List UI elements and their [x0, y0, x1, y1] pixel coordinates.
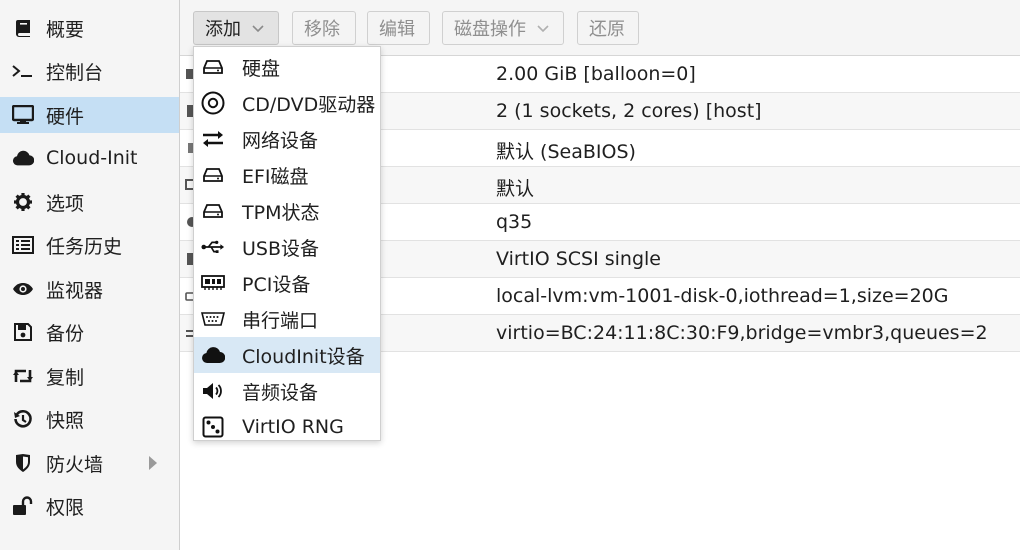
disk-action-button[interactable]: 磁盘操作 [442, 11, 564, 45]
hdd-icon [201, 55, 225, 79]
exchange-icon [201, 127, 225, 151]
sidebar-item-monitor[interactable]: 监视器 [0, 271, 179, 307]
cloud-icon [12, 147, 34, 169]
revert-button[interactable]: 还原 [577, 11, 639, 45]
sidebar-item-label: 选项 [46, 192, 85, 215]
list-icon [12, 234, 34, 256]
dice-icon [201, 415, 225, 439]
gear-icon [12, 191, 34, 213]
volume-icon [201, 379, 225, 403]
menu-item-label: EFI磁盘 [242, 165, 309, 188]
grid-value: q35 [496, 211, 533, 233]
menu-item-label: VirtIO RNG [242, 416, 344, 438]
unlock-icon [12, 495, 34, 517]
book-icon [12, 17, 34, 39]
sidebar-item-summary[interactable]: 概要 [0, 10, 179, 46]
sidebar-item-label: Cloud-Init [46, 147, 138, 169]
hdd-icon [201, 199, 225, 223]
sidebar-item-options[interactable]: 选项 [0, 184, 179, 220]
menu-item-label: 音频设备 [242, 381, 319, 404]
monitor-icon [12, 104, 34, 126]
grid-value: local-lvm:vm-1001-disk-0,iothread=1,size… [496, 285, 949, 307]
submenu-arrow-icon[interactable] [149, 456, 157, 470]
menu-item-hard-disk[interactable]: 硬盘 [194, 49, 380, 85]
menu-item-label: CloudInit设备 [242, 345, 365, 368]
edit-button-label: 编辑 [379, 19, 415, 40]
sidebar-item-label: 任务历史 [46, 235, 123, 258]
remove-button[interactable]: 移除 [292, 11, 356, 45]
grid-value: VirtIO SCSI single [496, 248, 661, 270]
eye-icon [12, 278, 34, 300]
sidebar-item-snapshots[interactable]: 快照 [0, 401, 179, 437]
grid-value: 默认 [496, 178, 535, 200]
sidebar-item-label: 快照 [46, 409, 85, 432]
add-button[interactable]: 添加 [193, 11, 279, 45]
menu-item-cd-dvd-drive[interactable]: CD/DVD驱动器 [194, 85, 380, 121]
pci-card-icon [201, 271, 225, 295]
sidebar-item-hardware[interactable]: 硬件 [0, 97, 179, 133]
menu-item-tpm-state[interactable]: TPM状态 [194, 193, 380, 229]
sidebar-item-firewall[interactable]: 防火墙 [0, 445, 179, 481]
menu-item-virtio-rng[interactable]: VirtIO RNG [194, 409, 380, 445]
grid-value: virtio=BC:24:11:8C:30:F9,bridge=vmbr3,qu… [496, 322, 988, 344]
terminal-icon [12, 60, 34, 82]
menu-item-cloudinit-drive[interactable]: CloudInit设备 [194, 337, 380, 373]
retweet-icon [12, 365, 34, 387]
sidebar-item-label: 概要 [46, 18, 85, 41]
menu-item-label: PCI设备 [242, 273, 311, 296]
menu-item-label: USB设备 [242, 237, 320, 260]
menu-item-efi-disk[interactable]: EFI磁盘 [194, 157, 380, 193]
sidebar-item-label: 防火墙 [46, 453, 104, 476]
sidebar-item-console[interactable]: 控制台 [0, 53, 179, 89]
menu-item-network-device[interactable]: 网络设备 [194, 121, 380, 157]
sidebar-item-replication[interactable]: 复制 [0, 358, 179, 394]
add-dropdown-menu: 硬盘 CD/DVD驱动器 网络设备 EFI磁盘 TPM状态 USB设备 PCI设… [193, 46, 381, 441]
chevron-down-icon [251, 21, 265, 35]
menu-item-label: 网络设备 [242, 129, 319, 152]
hdd-icon [201, 163, 225, 187]
shield-icon [12, 452, 34, 474]
sidebar-item-label: 权限 [46, 496, 85, 519]
sidebar-item-label: 复制 [46, 366, 85, 389]
menu-item-label: 硬盘 [242, 57, 281, 80]
sidebar-item-label: 硬件 [46, 105, 85, 128]
grid-value: 2.00 GiB [balloon=0] [496, 63, 696, 85]
menu-item-usb-device[interactable]: USB设备 [194, 229, 380, 265]
edit-button[interactable]: 编辑 [367, 11, 430, 45]
cloud-icon [201, 343, 225, 367]
grid-value: 默认 (SeaBIOS) [496, 141, 636, 163]
sidebar-item-label: 备份 [46, 322, 85, 345]
serial-port-icon [201, 307, 225, 331]
menu-item-pci-device[interactable]: PCI设备 [194, 265, 380, 301]
menu-item-audio-device[interactable]: 音频设备 [194, 373, 380, 409]
revert-button-label: 还原 [589, 19, 625, 40]
usb-icon [201, 235, 225, 259]
sidebar-item-backup[interactable]: 备份 [0, 314, 179, 350]
menu-item-label: TPM状态 [242, 201, 320, 224]
remove-button-label: 移除 [304, 19, 340, 40]
disc-icon [201, 91, 225, 115]
menu-item-label: 串行端口 [242, 309, 319, 332]
menu-item-serial-port[interactable]: 串行端口 [194, 301, 380, 337]
floppy-icon [12, 321, 34, 343]
sidebar-item-label: 控制台 [46, 61, 104, 84]
sidebar-item-label: 监视器 [46, 279, 104, 302]
sidebar-item-cloud-init[interactable]: Cloud-Init [0, 140, 179, 176]
grid-value: 2 (1 sockets, 2 cores) [host] [496, 100, 762, 122]
sidebar: 概要 控制台 硬件 Cloud-Init 选项 任务历史 监视器 备份 复制 快… [0, 0, 180, 550]
sidebar-item-permissions[interactable]: 权限 [0, 488, 179, 524]
menu-item-label: CD/DVD驱动器 [242, 93, 376, 116]
history-icon [12, 408, 34, 430]
sidebar-item-task-history[interactable]: 任务历史 [0, 227, 179, 263]
add-button-label: 添加 [205, 19, 241, 40]
chevron-down-icon [536, 21, 550, 35]
disk-action-button-label: 磁盘操作 [454, 19, 526, 40]
